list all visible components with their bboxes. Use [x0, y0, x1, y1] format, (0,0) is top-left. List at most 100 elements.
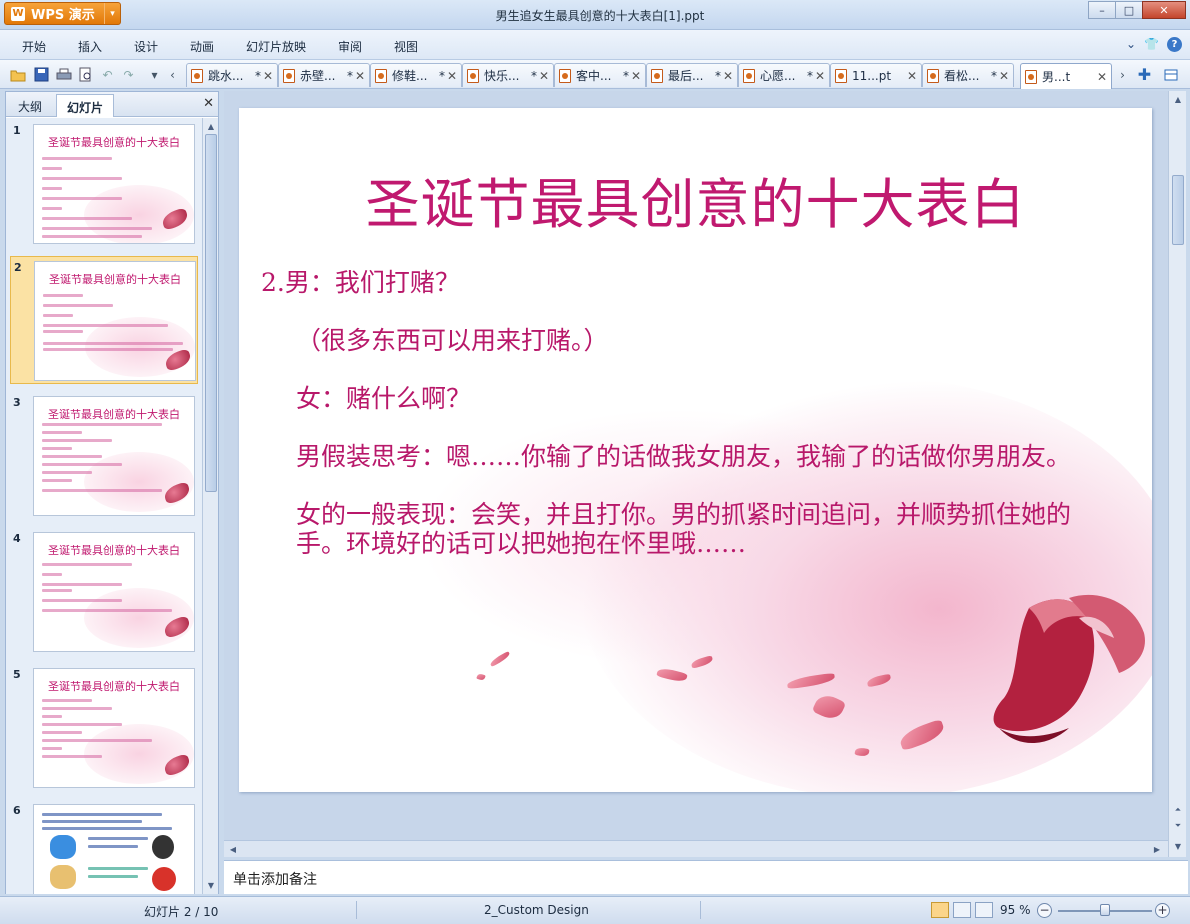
close-icon[interactable]: ✕ [203, 96, 214, 111]
redo-icon[interactable]: ↷ [120, 66, 137, 83]
ppt-file-icon [927, 68, 939, 83]
next-slide-icon[interactable]: ⏷ [1171, 819, 1185, 833]
doc-tab[interactable]: 心愿... * ✕ [738, 63, 830, 87]
menu-slideshow[interactable]: 幻灯片放映 [246, 38, 306, 55]
slide-thumb-title: 圣诞节最具创意的十大表白 [48, 680, 180, 693]
tab-close-icon[interactable]: ✕ [629, 69, 643, 83]
horizontal-scrollbar[interactable]: ◀ ▶ [224, 840, 1168, 857]
save-icon[interactable] [33, 66, 50, 83]
zoom-in-button[interactable]: + [1155, 903, 1170, 918]
print-preview-icon[interactable] [77, 66, 94, 83]
menu-animation[interactable]: 动画 [190, 38, 214, 55]
thumbnail-scrollbar[interactable]: ▲ ▼ [202, 118, 218, 894]
print-icon[interactable] [55, 66, 72, 83]
dog-cartoon-icon [50, 865, 76, 889]
slide-number: 3 [13, 396, 21, 409]
help-icon[interactable]: ? [1167, 37, 1182, 52]
slide-number: 5 [13, 668, 21, 681]
new-tab-icon[interactable]: ✚ [1136, 65, 1153, 84]
zoom-slider-handle[interactable] [1100, 904, 1110, 916]
slide-paragraph: 女：赌什么啊？ [296, 384, 472, 413]
doc-tab-active[interactable]: 男...t ✕ [1020, 63, 1112, 89]
slide-thumbnail[interactable]: 6 [10, 800, 198, 894]
dropdown-icon[interactable]: ▾ [146, 66, 163, 83]
doc-tab[interactable]: 客中... * ✕ [554, 63, 646, 87]
zoom-out-button[interactable]: − [1037, 903, 1052, 918]
tab-close-icon[interactable]: ✕ [353, 69, 367, 83]
tab-label: 修鞋... [392, 69, 428, 83]
normal-view-icon[interactable] [931, 902, 949, 918]
shirt-icon[interactable]: 👕 [1144, 37, 1159, 52]
tab-list-icon[interactable] [1162, 66, 1179, 83]
ppt-file-icon [283, 68, 295, 83]
tab-label: 跳水... [208, 69, 244, 83]
scroll-down-icon[interactable]: ▼ [204, 878, 218, 892]
menu-review[interactable]: 审阅 [338, 38, 362, 55]
tab-close-icon[interactable]: ✕ [537, 69, 551, 83]
maximize-button[interactable]: □ [1115, 1, 1143, 19]
tab-close-icon[interactable]: ✕ [721, 69, 735, 83]
scroll-down-icon[interactable]: ▼ [1171, 839, 1185, 853]
tab-slides[interactable]: 幻灯片 [56, 94, 115, 117]
slide-thumbnail[interactable]: 5 圣诞节最具创意的十大表白 [10, 664, 198, 792]
slide-thumbnail[interactable]: 3 圣诞节最具创意的十大表白 [10, 392, 198, 520]
open-icon[interactable] [9, 66, 26, 83]
minimize-button[interactable]: – [1088, 1, 1116, 19]
tab-close-icon[interactable]: ✕ [1095, 70, 1109, 84]
slide-sorter-view-icon[interactable] [953, 902, 971, 918]
slide-thumbnail[interactable]: 1 圣诞节最具创意的十大表白 [10, 120, 198, 248]
doc-tab[interactable]: 最后... * ✕ [646, 63, 738, 87]
doc-tab[interactable]: 11...pt ✕ [830, 63, 922, 87]
menu-view[interactable]: 视图 [394, 38, 418, 55]
chevron-down-icon[interactable]: ▾ [104, 3, 120, 24]
wps-app-menu-button[interactable]: W WPS 演示 ▾ [4, 2, 121, 25]
doc-tab[interactable]: 看松... * ✕ [922, 63, 1014, 87]
close-button[interactable]: ✕ [1142, 1, 1186, 19]
slideshow-view-icon[interactable] [975, 902, 993, 918]
menu-insert[interactable]: 插入 [78, 38, 102, 55]
scroll-up-icon[interactable]: ▲ [204, 119, 218, 133]
slide-scrollbar[interactable]: ▲ ⏶ ⏷ ▼ [1168, 91, 1186, 857]
status-bar: 幻灯片 2 / 10 2_Custom Design 95 % − + [0, 896, 1190, 924]
slide-number: 1 [13, 124, 21, 137]
ppt-file-icon [559, 68, 571, 83]
tab-close-icon[interactable]: ✕ [997, 69, 1011, 83]
scrollbar-thumb[interactable] [1172, 175, 1184, 245]
scrollbar-thumb[interactable] [205, 134, 217, 492]
prev-slide-icon[interactable]: ⏶ [1171, 803, 1185, 817]
scroll-up-icon[interactable]: ▲ [1171, 92, 1185, 106]
slide-body-text[interactable]: 2.男：我们打赌？ （很多东西可以用来打赌。） 女：赌什么啊？ 男假装思考：嗯…… [261, 268, 1106, 587]
title-bar: W WPS 演示 ▾ 男生追女生最具创意的十大表白[1].ppt – □ ✕ [0, 0, 1190, 30]
slide-thumb-title: 圣诞节最具创意的十大表白 [48, 408, 180, 421]
tab-close-icon[interactable]: ✕ [905, 69, 919, 83]
tab-close-icon[interactable]: ✕ [445, 69, 459, 83]
slide-thumbnail[interactable]: 4 圣诞节最具创意的十大表白 [10, 528, 198, 656]
slide-preview: 圣诞节最具创意的十大表白 [33, 124, 195, 244]
slide-paragraph: 2.男：我们打赌？ [261, 268, 460, 297]
menu-design[interactable]: 设计 [134, 38, 158, 55]
tab-close-icon[interactable]: ✕ [813, 69, 827, 83]
ppt-file-icon [743, 68, 755, 83]
slide-editing-area: 圣诞节最具创意的十大表白 2.男：我们打赌？ （很多东西可以用来打赌。） 女：赌… [224, 91, 1186, 857]
doc-tab[interactable]: 修鞋... * ✕ [370, 63, 462, 87]
slide-canvas[interactable]: 圣诞节最具创意的十大表白 2.男：我们打赌？ （很多东西可以用来打赌。） 女：赌… [239, 108, 1152, 792]
menu-home[interactable]: 开始 [22, 38, 46, 55]
undo-icon[interactable]: ↶ [99, 66, 116, 83]
tab-close-icon[interactable]: ✕ [261, 69, 275, 83]
ppt-file-icon [651, 68, 663, 83]
tab-label: 快乐... [484, 69, 520, 83]
doc-tab[interactable]: 跳水... * ✕ [186, 63, 278, 87]
tab-scroll-left-icon[interactable]: ‹ [164, 66, 181, 83]
tab-scroll-right-icon[interactable]: › [1114, 66, 1131, 83]
slide-title[interactable]: 圣诞节最具创意的十大表白 [239, 160, 1152, 239]
tab-outline[interactable]: 大纲 [8, 94, 52, 117]
notes-pane[interactable]: 单击添加备注 [224, 860, 1188, 894]
doc-tab[interactable]: 赤壁... * ✕ [278, 63, 370, 87]
scroll-right-icon[interactable]: ▶ [1150, 842, 1164, 856]
slide-thumbnail-list: 1 圣诞节最具创意的十大表白 2 圣诞节最具创意的十大表白 3 圣诞节最具创意的… [6, 118, 202, 894]
scroll-left-icon[interactable]: ◀ [226, 842, 240, 856]
chevron-down-icon[interactable]: ⌄ [1126, 37, 1136, 52]
doc-tab[interactable]: 快乐... * ✕ [462, 63, 554, 87]
quick-access-toolbar: ↶ ↷ ▾ ‹ 跳水... * ✕ 赤壁... * ✕ 修鞋... * ✕ 快乐… [0, 60, 1190, 89]
slide-thumbnail-selected[interactable]: 2 圣诞节最具创意的十大表白 [10, 256, 198, 384]
